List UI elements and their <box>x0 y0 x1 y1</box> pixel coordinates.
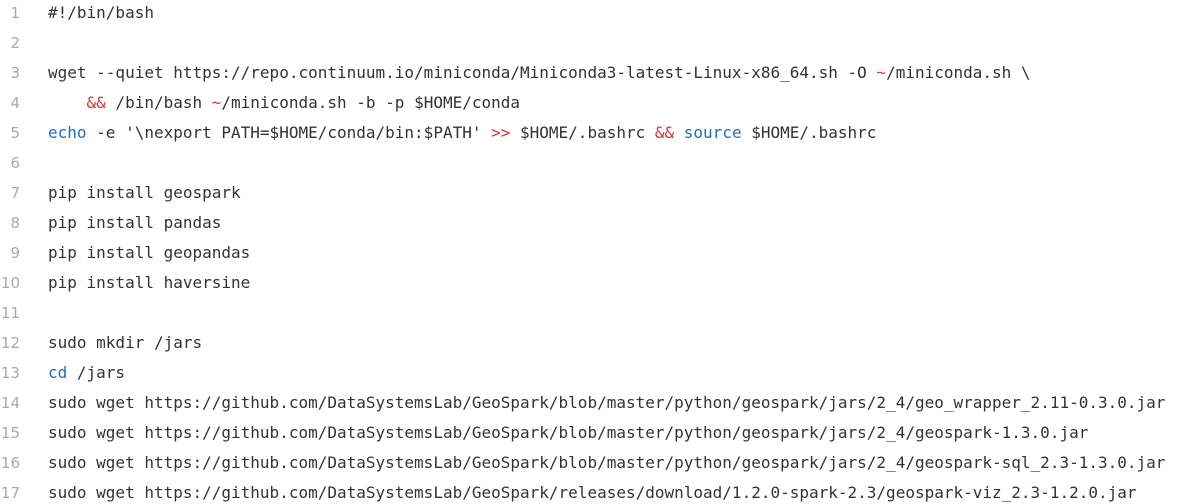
code-line: 7 pip install geospark <box>0 178 1202 208</box>
code-keyword: cd <box>48 363 68 382</box>
code-text: pip install pandas <box>48 213 222 232</box>
code-line: 16 sudo wget https://github.com/DataSyste… <box>0 448 1202 478</box>
code-text: wget --quiet https://repo.continuum.io/m… <box>48 63 877 82</box>
code-text: pip install geospark <box>48 183 241 202</box>
code-text: $HOME/.bashrc <box>510 123 655 142</box>
line-code: pip install geospark <box>48 178 241 208</box>
line-number: 7 <box>10 184 20 202</box>
line-number: 14 <box>0 394 20 412</box>
code-text: pip install haversine <box>48 273 251 292</box>
line-code: sudo wget https://github.com/DataSystems… <box>48 448 1165 478</box>
line-number: 15 <box>0 424 20 442</box>
line-number: 4 <box>10 94 20 112</box>
code-operator: >> <box>491 123 511 142</box>
line-number: 1 <box>10 4 20 22</box>
line-code: sudo mkdir /jars <box>48 328 202 358</box>
line-number: 5 <box>10 124 20 142</box>
code-line: 4 && /bin/bash ~/miniconda.sh -b -p $HOM… <box>0 88 1202 118</box>
line-code: wget --quiet https://repo.continuum.io/m… <box>48 58 1031 88</box>
code-text: pip install geopandas <box>48 243 251 262</box>
code-line: 14 sudo wget https://github.com/DataSyste… <box>0 388 1202 418</box>
code-line: 8 pip install pandas <box>0 208 1202 238</box>
code-operator: ~ <box>876 63 887 82</box>
code-text: /miniconda.sh -b -p $HOME/conda <box>221 93 521 112</box>
code-viewer[interactable]: 1 #!/bin/bash 2 3 wget --quiet https://repo.… <box>0 0 1202 504</box>
code-operator: && <box>654 123 675 142</box>
line-code: cd /jars <box>48 358 125 388</box>
line-code: sudo wget https://github.com/DataSystems… <box>48 388 1165 418</box>
code-text: sudo wget https://github.com/DataSystems… <box>48 453 1166 472</box>
code-text: /jars <box>67 363 126 382</box>
code-operator: && <box>86 93 106 112</box>
line-code: pip install pandas <box>48 208 221 238</box>
code-keyword: source <box>683 123 742 142</box>
code-text: #!/bin/bash <box>48 3 154 22</box>
line-code: pip install geopandas <box>48 238 250 268</box>
line-number: 16 <box>0 454 20 472</box>
line-code: sudo wget https://github.com/DataSystems… <box>48 478 1137 504</box>
code-line: 17 sudo wget https://github.com/DataSyste… <box>0 478 1202 504</box>
line-code: sudo wget https://github.com/DataSystems… <box>48 418 1088 448</box>
line-number: 2 <box>10 34 20 52</box>
line-number: 6 <box>10 154 20 172</box>
code-line: 12 sudo mkdir /jars <box>0 328 1202 358</box>
code-text: sudo wget https://github.com/DataSystems… <box>48 423 1089 442</box>
code-line: 2 <box>0 28 1202 58</box>
code-text: /bin/bash <box>105 93 212 112</box>
line-number: 3 <box>10 64 20 82</box>
code-text: /miniconda.sh \ <box>886 63 1031 82</box>
code-line: 5 echo -e '\nexport PATH=$HOME/conda/bin:… <box>0 118 1202 148</box>
line-number: 11 <box>0 304 20 322</box>
code-keyword: echo <box>48 123 87 142</box>
code-text: -e '\nexport PATH=$HOME/conda/bin:$PATH' <box>86 123 492 142</box>
code-line: 10 pip install haversine <box>0 268 1202 298</box>
code-line: 13 cd /jars <box>0 358 1202 388</box>
code-text: sudo wget https://github.com/DataSystems… <box>48 483 1137 502</box>
line-number: 8 <box>10 214 20 232</box>
line-code: && /bin/bash ~/miniconda.sh -b -p $HOME/… <box>48 88 521 118</box>
code-line: 1 #!/bin/bash <box>0 0 1202 28</box>
code-line: 9 pip install geopandas <box>0 238 1202 268</box>
line-number: 10 <box>0 274 20 292</box>
line-number: 12 <box>0 334 20 352</box>
code-line: 15 sudo wget https://github.com/DataSyste… <box>0 418 1202 448</box>
code-line: 11 <box>0 298 1202 328</box>
code-text: sudo mkdir /jars <box>48 333 203 352</box>
code-line: 3 wget --quiet https://repo.continuum.io/… <box>0 58 1202 88</box>
line-number: 17 <box>0 484 20 502</box>
line-code: #!/bin/bash <box>48 0 154 28</box>
code-operator: ~ <box>211 93 222 112</box>
line-number: 13 <box>0 364 20 382</box>
line-number: 9 <box>10 244 20 262</box>
code-text: sudo wget https://github.com/DataSystems… <box>48 393 1166 412</box>
line-code: echo -e '\nexport PATH=$HOME/conda/bin:$… <box>48 118 876 148</box>
code-line: 6 <box>0 148 1202 178</box>
line-code: pip install haversine <box>48 268 250 298</box>
code-text: $HOME/.bashrc <box>741 123 877 142</box>
